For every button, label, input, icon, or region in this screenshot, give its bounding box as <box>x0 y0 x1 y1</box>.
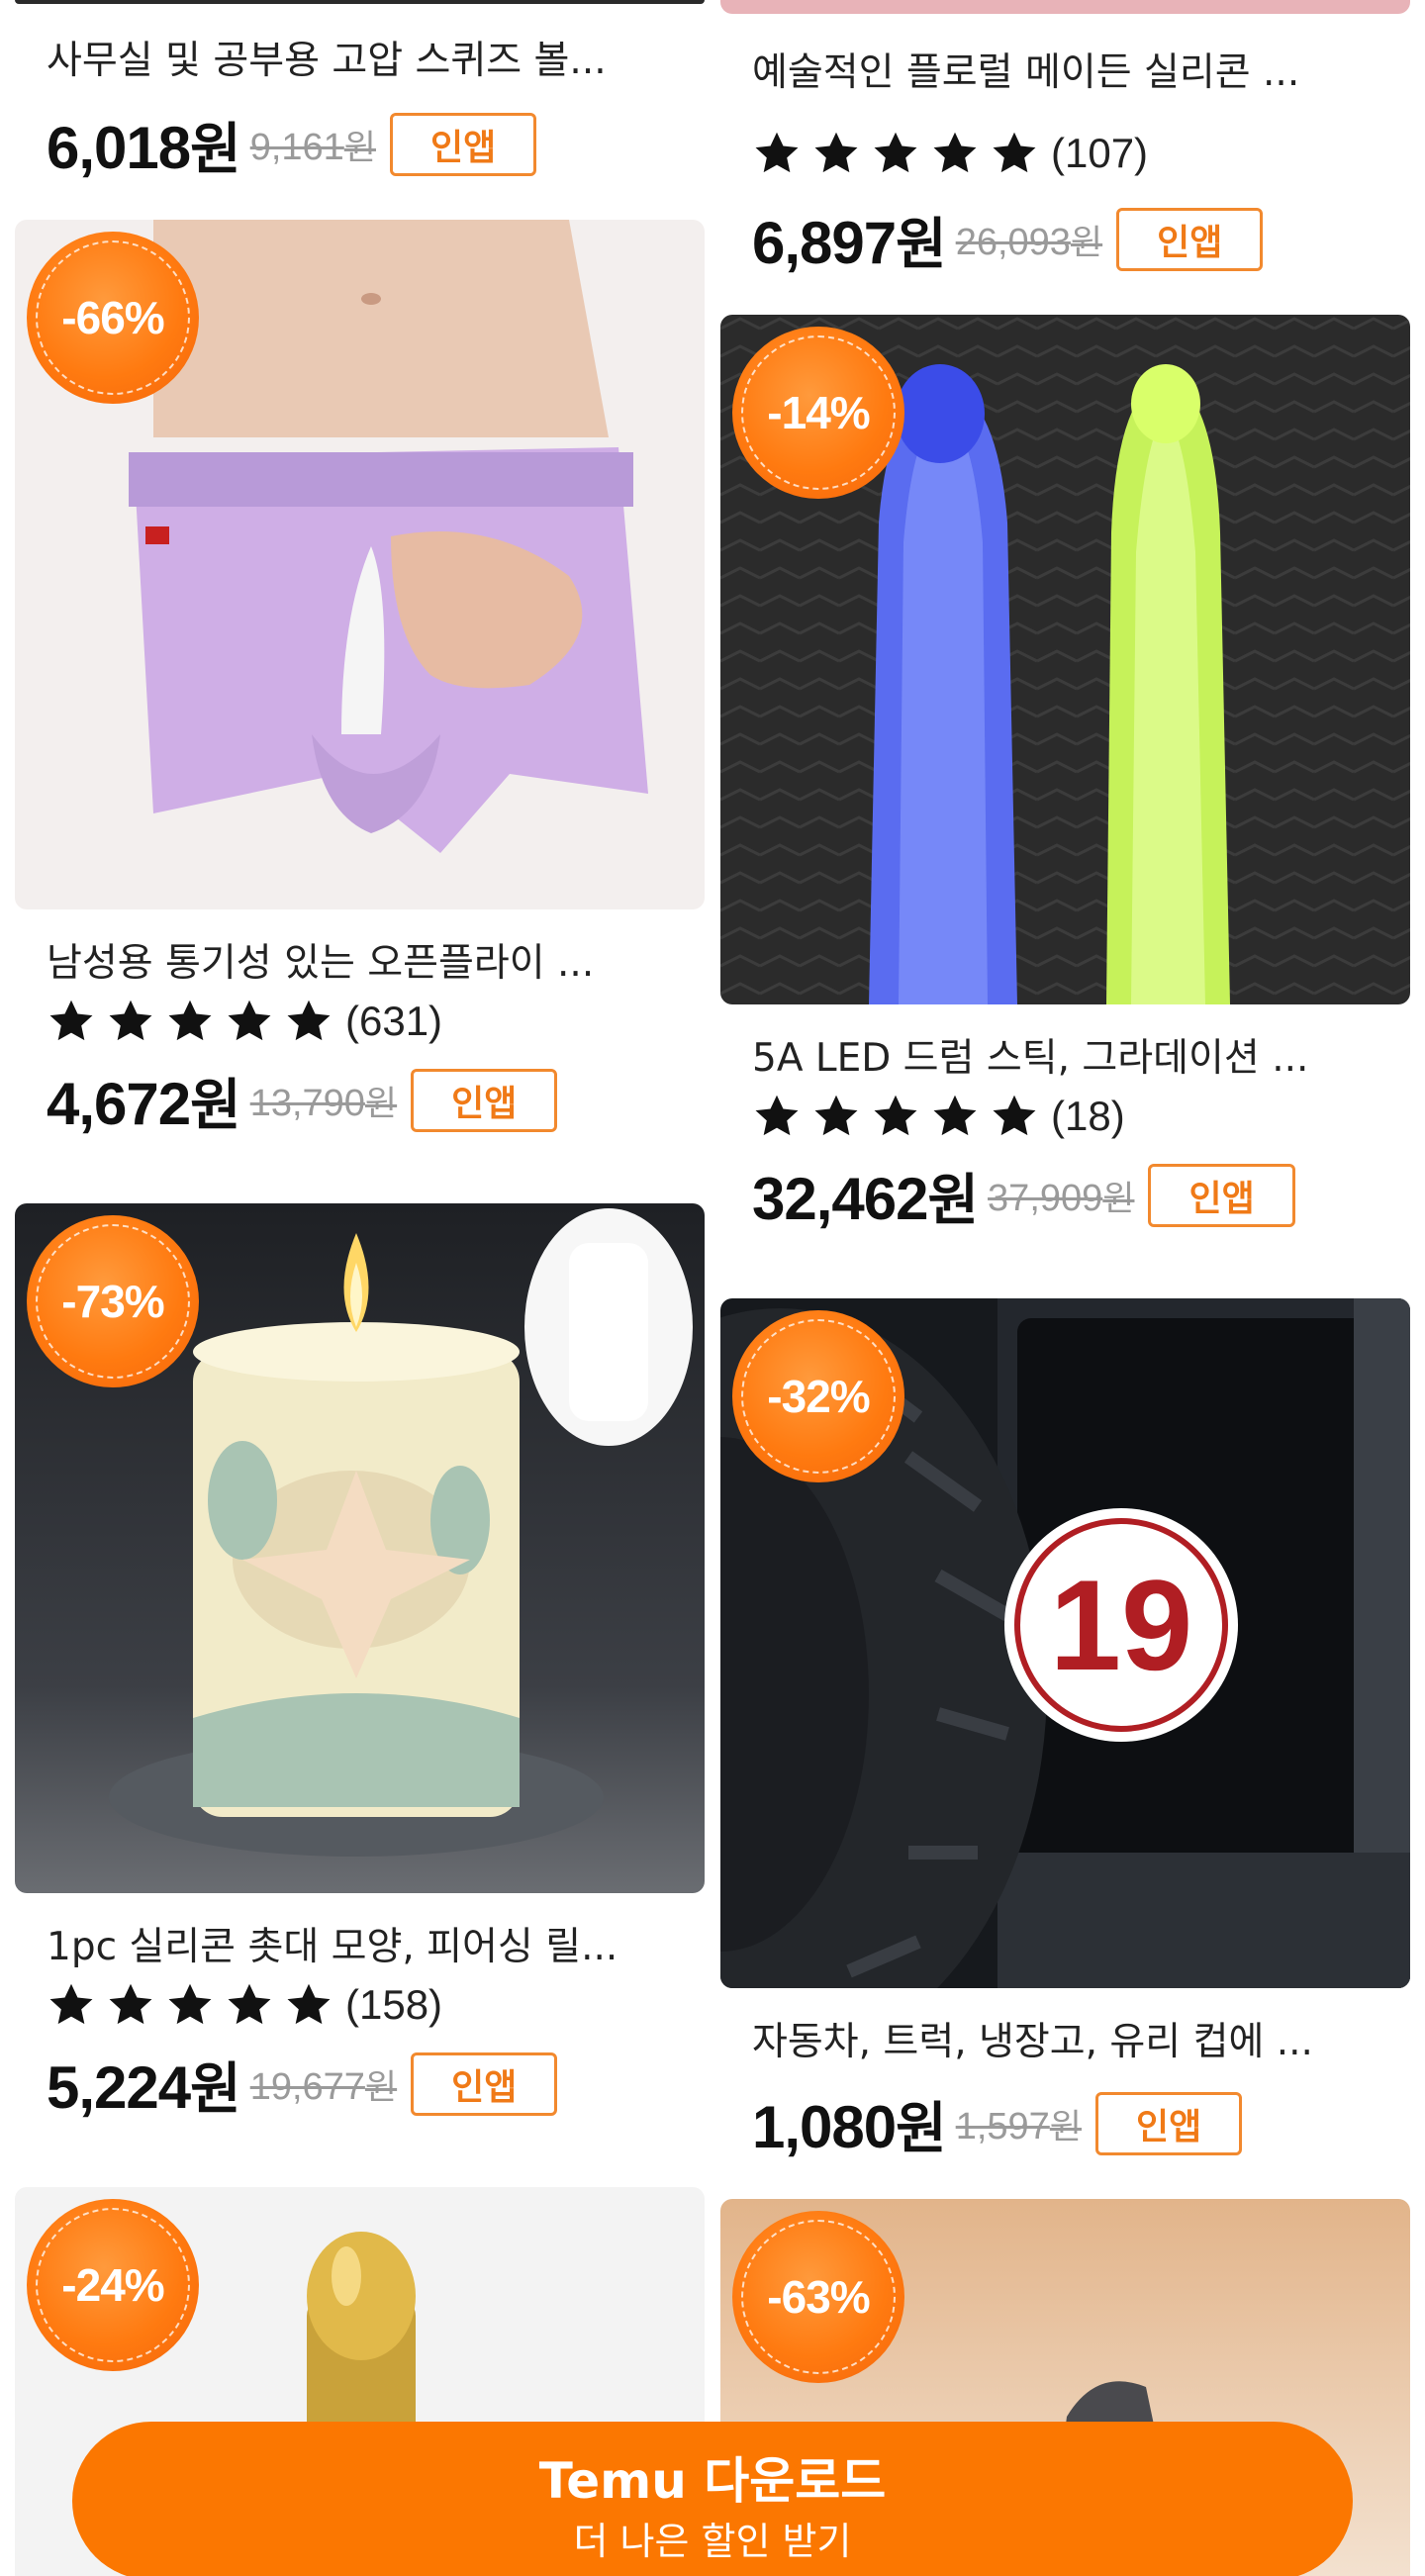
star-icon <box>47 997 96 1046</box>
star-icon <box>165 997 215 1046</box>
product-image[interactable]: -73% <box>15 1203 705 1893</box>
price-row: 32,462원 37,909원 인앱 <box>752 1160 1295 1233</box>
product-image[interactable] <box>720 0 1410 14</box>
star-rating <box>752 1092 1039 1141</box>
product-image[interactable] <box>15 0 705 4</box>
download-app-button[interactable]: Temu 다운로드 더 나은 할인 받기 <box>72 2422 1353 2576</box>
review-count: (107) <box>1051 130 1149 176</box>
product-title[interactable]: 5A LED 드럼 스틱, 그라데이션 ... <box>752 1027 1385 1083</box>
price-row: 6,897원 26,093원 인앱 <box>752 204 1264 277</box>
price-row: 6,018원 9,161원 인앱 <box>47 109 537 182</box>
star-icon <box>752 129 802 178</box>
product-title[interactable]: 1pc 실리콘 촛대 모양, 피어싱 릴... <box>47 1916 680 1971</box>
review-count: (158) <box>345 1981 443 2028</box>
in-app-button[interactable]: 인앱 <box>411 2052 558 2116</box>
discount-badge: -66% <box>27 232 199 404</box>
star-icon <box>930 129 980 178</box>
star-icon <box>811 1092 861 1141</box>
price-row: 5,224원 19,677원 인앱 <box>47 2049 558 2122</box>
star-icon <box>811 129 861 178</box>
review-count: (18) <box>1051 1093 1125 1139</box>
star-icon <box>752 1092 802 1141</box>
star-icon <box>225 1980 274 2030</box>
original-price: 26,093원 <box>955 221 1103 263</box>
rating: (158) <box>47 1977 442 2033</box>
rating: (107) <box>752 126 1148 181</box>
cta-title: Temu 다운로드 <box>538 2452 887 2510</box>
discount-badge: -73% <box>27 1215 199 1387</box>
star-icon <box>930 1092 980 1141</box>
product-title[interactable]: 예술적인 플로럴 메이든 실리콘 ... <box>752 42 1385 97</box>
star-icon <box>871 129 920 178</box>
price-row: 4,672원 13,790원 인앱 <box>47 1065 558 1138</box>
cta-subtitle: 더 나은 할인 받기 <box>573 2520 852 2563</box>
product-title[interactable]: 사무실 및 공부용 고압 스퀴즈 볼... <box>47 30 680 85</box>
rating: (18) <box>752 1089 1125 1144</box>
price-row: 1,080원 1,597원 인앱 <box>752 2088 1243 2161</box>
current-price: 5,224원 <box>47 2053 241 2122</box>
star-icon <box>284 997 333 1046</box>
star-icon <box>106 1980 155 2030</box>
product-title[interactable]: 자동차, 트럭, 냉장고, 유리 컵에 ... <box>752 2011 1385 2066</box>
star-icon <box>165 1980 215 2030</box>
star-icon <box>106 997 155 1046</box>
in-app-button[interactable]: 인앱 <box>1116 208 1264 271</box>
review-count: (631) <box>345 998 443 1044</box>
current-price: 1,080원 <box>752 2093 947 2161</box>
original-price: 19,677원 <box>249 2065 398 2108</box>
current-price: 6,018원 <box>47 114 241 182</box>
product-image[interactable]: -66% <box>15 220 705 909</box>
original-price: 9,161원 <box>249 126 376 168</box>
current-price: 32,462원 <box>752 1165 979 1233</box>
in-app-button[interactable]: 인앱 <box>389 113 537 176</box>
star-icon <box>990 1092 1039 1141</box>
original-price: 1,597원 <box>955 2105 1082 2147</box>
original-price: 37,909원 <box>988 1177 1135 1219</box>
discount-badge: -24% <box>27 2199 199 2371</box>
original-price: 13,790원 <box>249 1082 398 1124</box>
product-title[interactable]: 남성용 통기성 있는 오픈플라이 ... <box>47 932 680 988</box>
current-price: 6,897원 <box>752 209 947 277</box>
rating: (631) <box>47 994 442 1049</box>
discount-badge: -14% <box>732 327 904 499</box>
star-icon <box>990 129 1039 178</box>
sticker-number: 19 <box>1050 1553 1193 1697</box>
in-app-button[interactable]: 인앱 <box>411 1069 558 1132</box>
star-rating <box>47 997 333 1046</box>
current-price: 4,672원 <box>47 1070 241 1138</box>
product-image[interactable]: -14% <box>720 315 1410 1004</box>
star-icon <box>47 1980 96 2030</box>
star-icon <box>871 1092 920 1141</box>
star-rating <box>752 129 1039 178</box>
star-icon <box>225 997 274 1046</box>
discount-badge: -32% <box>732 1310 904 1482</box>
in-app-button[interactable]: 인앱 <box>1148 1164 1295 1227</box>
star-rating <box>47 1980 333 2030</box>
discount-badge: -63% <box>732 2211 904 2383</box>
star-icon <box>284 1980 333 2030</box>
product-image[interactable]: 19 -32% <box>720 1298 1410 1988</box>
in-app-button[interactable]: 인앱 <box>1094 2092 1243 2155</box>
